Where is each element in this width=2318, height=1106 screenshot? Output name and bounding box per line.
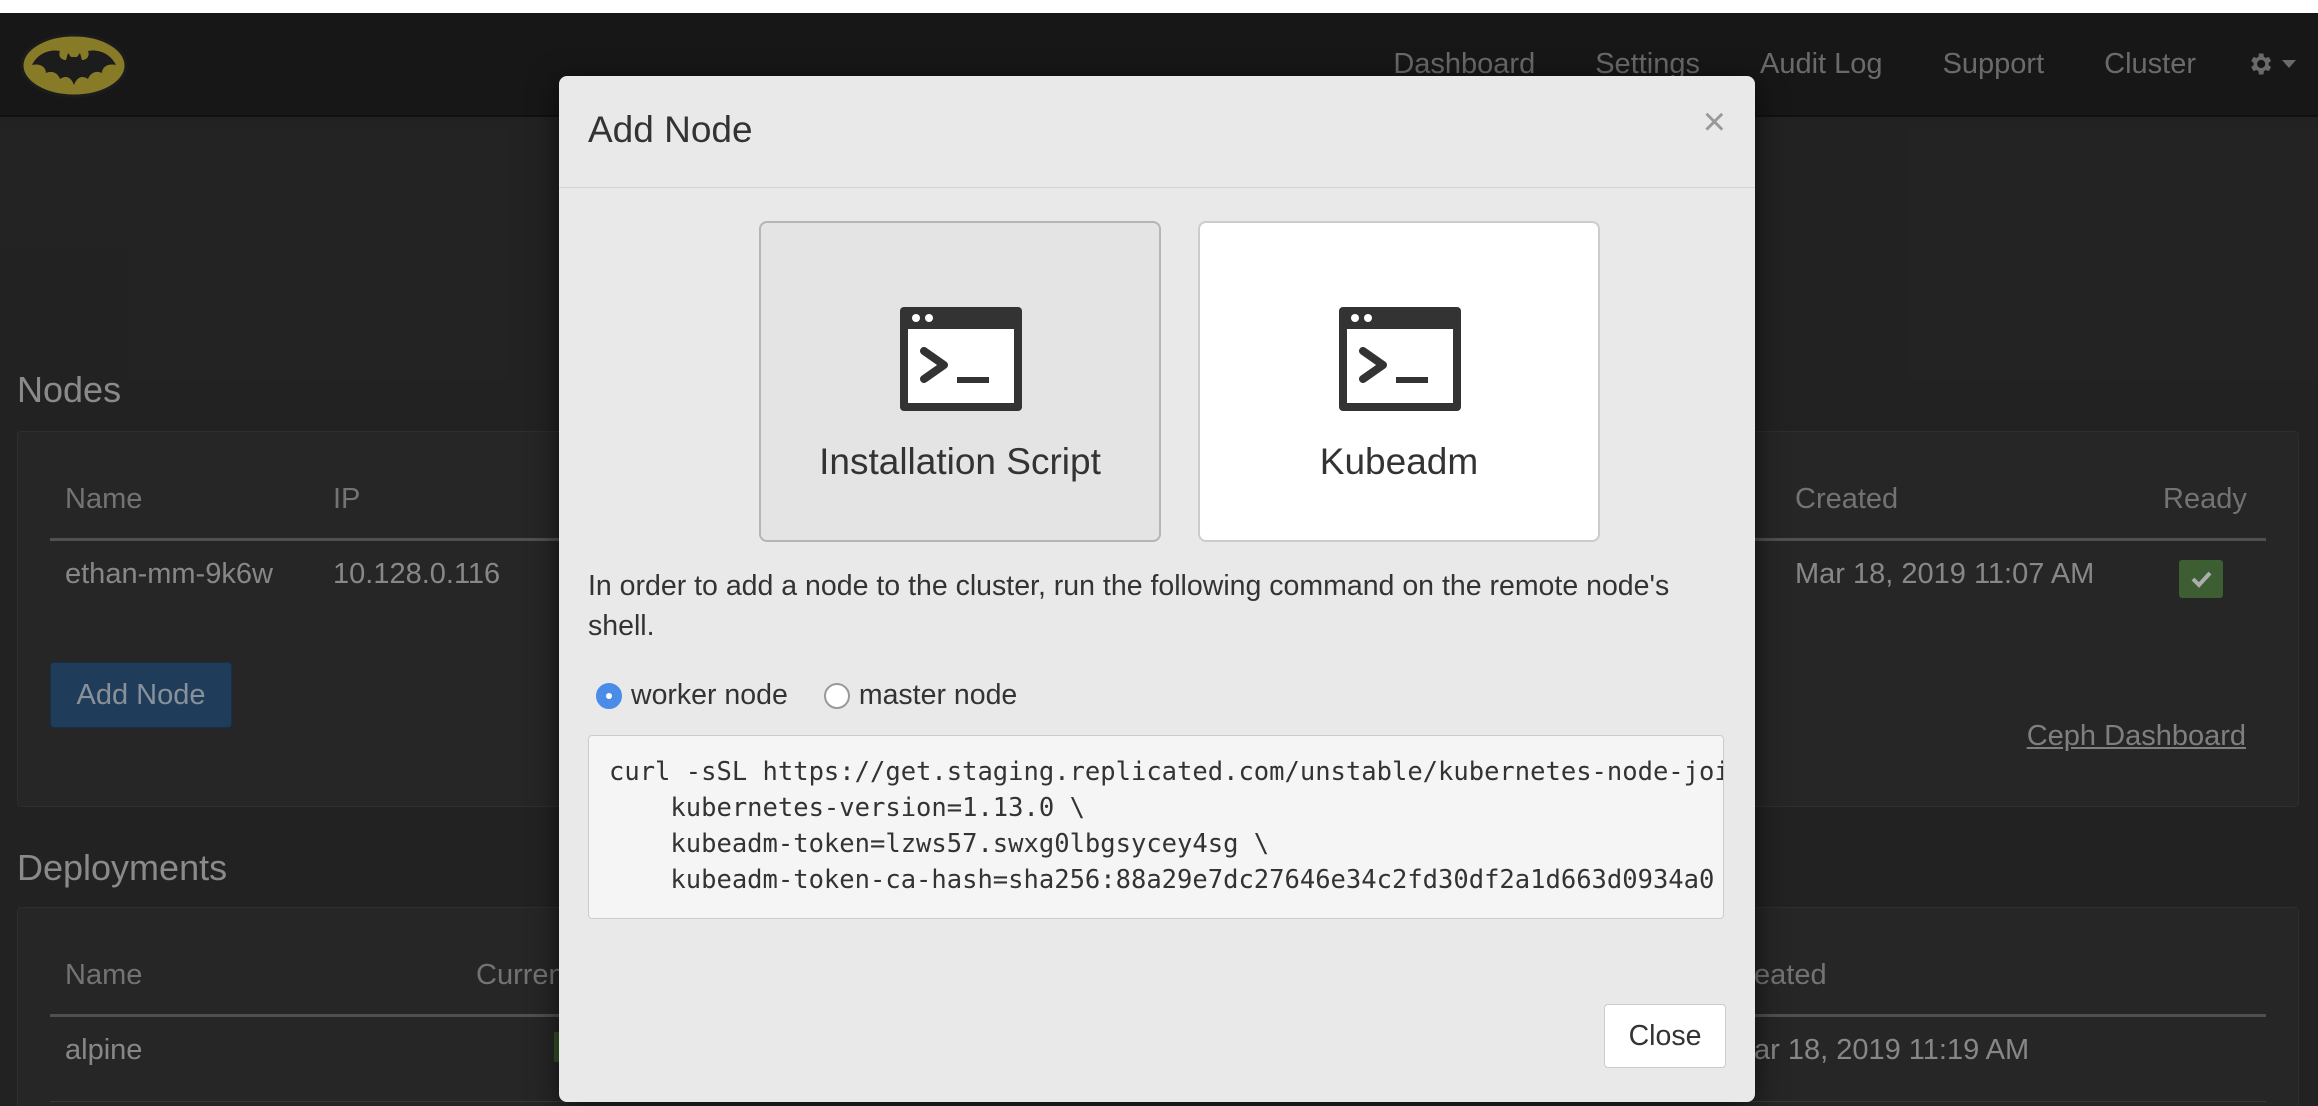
modal-title: Add Node [588, 109, 753, 150]
command-line: kubernetes-version=1.13.0 \ [609, 793, 1085, 823]
installation-script-label: Installation Script [819, 441, 1101, 482]
master-node-radio[interactable] [823, 682, 850, 709]
modal-header: Add Node × [559, 76, 1755, 188]
terminal-icon [1339, 307, 1461, 411]
installation-script-card[interactable]: Installation Script [759, 221, 1161, 542]
kubeadm-label: Kubeadm [1319, 441, 1479, 482]
add-node-modal: Add Node × Installation Script Kubeadm I… [559, 76, 1755, 1102]
close-icon[interactable]: × [1703, 102, 1726, 142]
app-frame: Dashboard Settings Audit Log Support Clu… [0, 13, 2318, 1106]
node-type-radio-group: worker node master node [596, 679, 1053, 712]
worker-node-radio[interactable] [596, 682, 622, 709]
command-line: kubeadm-token-ca-hash=sha256:88a29e7dc27… [609, 865, 1715, 895]
master-node-label[interactable]: master node [859, 679, 1017, 712]
kubeadm-card[interactable]: Kubeadm [1198, 221, 1600, 542]
instructions-text: In order to add a node to the cluster, r… [588, 570, 1670, 642]
command-line: kubeadm-token=lzws57.swxg0lbgsycey4sg \ [609, 829, 1270, 859]
command-code-box[interactable]: curl -sSL https://get.staging.replicated… [588, 735, 1724, 919]
command-line: curl -sSL https://get.staging.replicated… [609, 757, 1724, 787]
terminal-icon [900, 307, 1022, 411]
worker-node-label[interactable]: worker node [631, 679, 788, 712]
close-button[interactable]: Close [1604, 1004, 1726, 1068]
